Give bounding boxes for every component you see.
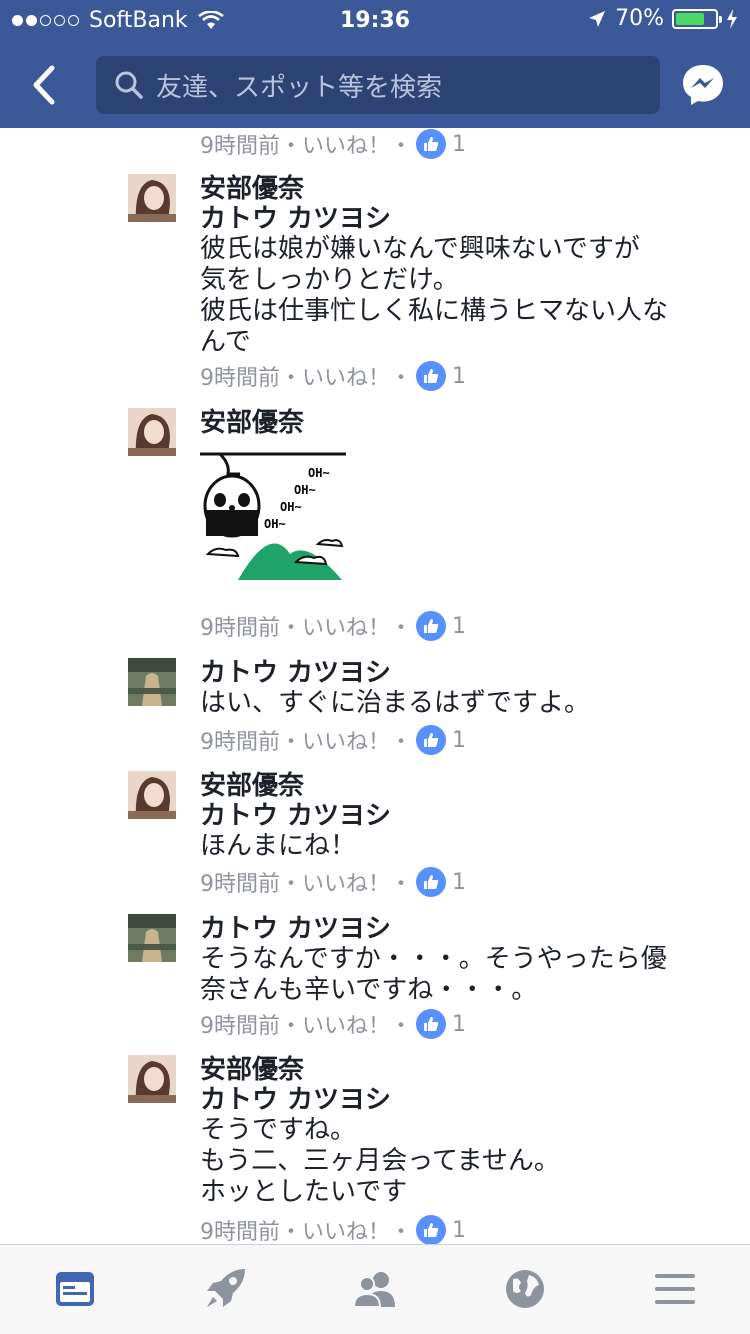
- like-count: 1: [452, 727, 467, 753]
- panda-gondola-sticker[interactable]: OH~ OH~ OH~ OH~: [200, 444, 350, 584]
- reply-mention[interactable]: カトウ カツヨシ: [200, 1085, 720, 1115]
- comment-meta: 9時間前 ・ いいね！ ・ 1: [200, 866, 466, 898]
- comment-author[interactable]: 安部優奈: [200, 1055, 720, 1085]
- comment-text: そうなんですか・・・。そうやったら優 奈さんも辛いですね・・・。: [200, 944, 667, 1005]
- avatar[interactable]: [128, 771, 176, 819]
- menu-icon[interactable]: [651, 1265, 699, 1313]
- comment-meta: 9時間前 ・ いいね！ ・ 1: [200, 360, 466, 392]
- comment-time: 9時間前: [200, 1220, 280, 1244]
- search-icon: [115, 71, 143, 99]
- like-count: 1: [452, 363, 467, 389]
- like-count-icon: [416, 1009, 447, 1039]
- comment-author[interactable]: カトウ カツヨシ: [200, 914, 720, 944]
- avatar[interactable]: [128, 408, 176, 456]
- sticker-text: OH~: [294, 483, 316, 497]
- comment-body: カトウ カツヨシ そうなんですか・・・。そうやったら優 奈さんも辛いですね・・・…: [200, 914, 720, 1006]
- bottom-tab-bar: [0, 1244, 750, 1334]
- friends-icon[interactable]: [351, 1265, 399, 1313]
- like-count-icon: [416, 611, 447, 641]
- like-link[interactable]: いいね！: [302, 128, 390, 160]
- like-count-icon: [416, 129, 447, 159]
- sticker-text: OH~: [264, 517, 286, 531]
- reply-mention[interactable]: カトウ カツヨシ: [200, 204, 720, 234]
- sticker-text: OH~: [280, 500, 302, 514]
- comment-body: 安部優奈 OH~ OH~ OH~ OH~: [200, 408, 720, 588]
- search-placeholder: 友達、スポット等を検索: [156, 72, 443, 103]
- comment-author[interactable]: 安部優奈: [200, 408, 720, 438]
- comments-feed[interactable]: 9時間前 ・ いいね！ ・ 1 安部優奈 カトウ カツヨシ 彼氏は娘が嫌いなんで…: [0, 128, 750, 1244]
- like-count: 1: [452, 1217, 467, 1243]
- comment-body: 安部優奈 カトウ カツヨシ ほんまにね！: [200, 771, 720, 862]
- comment-body: 安部優奈 カトウ カツヨシ そうですね。 もう二、三ヶ月会ってません。 ホッとし…: [200, 1055, 720, 1208]
- sticker-text: OH~: [308, 466, 330, 480]
- comment-text: ほんまにね！: [200, 831, 357, 861]
- comment-text: 彼氏は娘が嫌いなんで興味ないですが 気をしっかりとだけ。 彼氏は仕事忙しく私に構…: [200, 234, 669, 357]
- status-right: 70%: [587, 6, 738, 31]
- messenger-icon[interactable]: [680, 62, 726, 108]
- like-link[interactable]: いいね！: [302, 866, 390, 898]
- like-count-icon: [416, 867, 447, 897]
- globe-icon[interactable]: [501, 1265, 549, 1313]
- like-count: 1: [452, 613, 467, 639]
- search-bar[interactable]: 友達、スポット等を検索: [96, 56, 660, 114]
- comment-meta: 9時間前 ・ いいね！ ・ 1: [200, 610, 466, 642]
- like-count-icon: [416, 361, 447, 391]
- like-link[interactable]: いいね！: [302, 360, 390, 392]
- comment-body: 安部優奈 カトウ カツヨシ 彼氏は娘が嫌いなんで興味ないですが 気をしっかりとだ…: [200, 174, 720, 358]
- comment-time: 9時間前: [200, 730, 280, 755]
- like-count-icon: [416, 725, 447, 755]
- comment-meta: 9時間前 ・ いいね！ ・ 1: [200, 724, 466, 756]
- comment-time: 9時間前: [200, 366, 280, 391]
- avatar[interactable]: [128, 914, 176, 962]
- comment-author[interactable]: 安部優奈: [200, 771, 720, 801]
- like-link[interactable]: いいね！: [302, 610, 390, 642]
- like-count-icon: [416, 1215, 447, 1244]
- comment-meta: 9時間前 ・ いいね！ ・ 1: [200, 128, 466, 160]
- nav-row: 友達、スポット等を検索: [0, 54, 750, 116]
- news-feed-icon[interactable]: [51, 1265, 99, 1313]
- comment-meta: 9時間前 ・ いいね！ ・ 1: [200, 1214, 466, 1244]
- top-bar: SoftBank 19:36 70% 友達、スポット等を検索: [0, 0, 750, 128]
- avatar[interactable]: [128, 174, 176, 222]
- like-link[interactable]: いいね！: [302, 1214, 390, 1244]
- like-link[interactable]: いいね！: [302, 724, 390, 756]
- location-arrow-icon: [589, 10, 606, 27]
- battery-icon: [672, 8, 722, 29]
- comment-meta: 9時間前 ・ いいね！ ・ 1: [200, 1008, 466, 1040]
- like-count: 1: [452, 131, 467, 157]
- comment-time: 9時間前: [200, 1014, 280, 1039]
- comment-text: はい、すぐに治まるはずですよ。: [200, 688, 591, 718]
- comment-time: 9時間前: [200, 134, 280, 159]
- like-link[interactable]: いいね！: [302, 1008, 390, 1040]
- comment-time: 9時間前: [200, 872, 280, 897]
- comment-time: 9時間前: [200, 616, 280, 641]
- charging-icon: [727, 8, 737, 29]
- like-count: 1: [452, 1011, 467, 1037]
- comment-body: カトウ カツヨシ はい、すぐに治まるはずですよ。: [200, 658, 720, 719]
- comment-text: そうですね。 もう二、三ヶ月会ってません。 ホッとしたいです: [200, 1115, 560, 1207]
- rocket-icon[interactable]: [201, 1265, 249, 1313]
- reply-mention[interactable]: カトウ カツヨシ: [200, 801, 720, 831]
- status-bar: SoftBank 19:36 70%: [0, 0, 750, 40]
- comment-author[interactable]: カトウ カツヨシ: [200, 658, 720, 688]
- battery-percent: 70%: [615, 6, 664, 31]
- comment-author[interactable]: 安部優奈: [200, 174, 720, 204]
- back-button[interactable]: [24, 60, 68, 110]
- like-count: 1: [452, 869, 467, 895]
- avatar[interactable]: [128, 1055, 176, 1103]
- avatar[interactable]: [128, 658, 176, 706]
